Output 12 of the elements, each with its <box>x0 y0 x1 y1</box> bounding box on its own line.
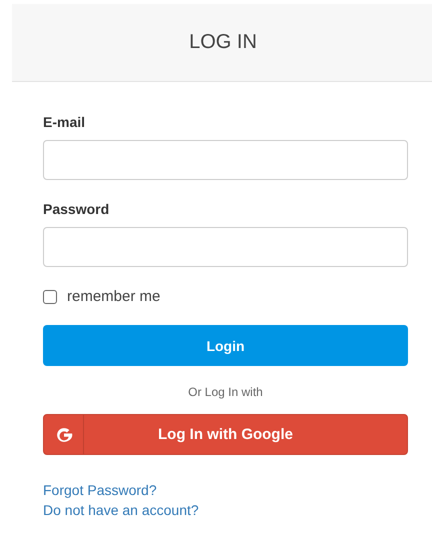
sign-up-link[interactable]: Do not have an account? <box>43 502 199 518</box>
google-login-button[interactable]: Log In with Google <box>43 414 408 455</box>
divider-text: Or Log In with <box>188 385 263 399</box>
checkbox-label: remember me <box>67 288 160 305</box>
password-field[interactable] <box>43 227 408 267</box>
page-title: LOG IN <box>188 31 257 54</box>
email-field[interactable] <box>43 140 408 180</box>
forgot-password-link[interactable]: Forgot Password? <box>43 482 157 498</box>
field-label: E-mail <box>43 114 86 130</box>
login-button[interactable]: Login <box>43 325 408 366</box>
remember-checkbox[interactable] <box>43 290 57 304</box>
field-label: Password <box>43 201 110 217</box>
